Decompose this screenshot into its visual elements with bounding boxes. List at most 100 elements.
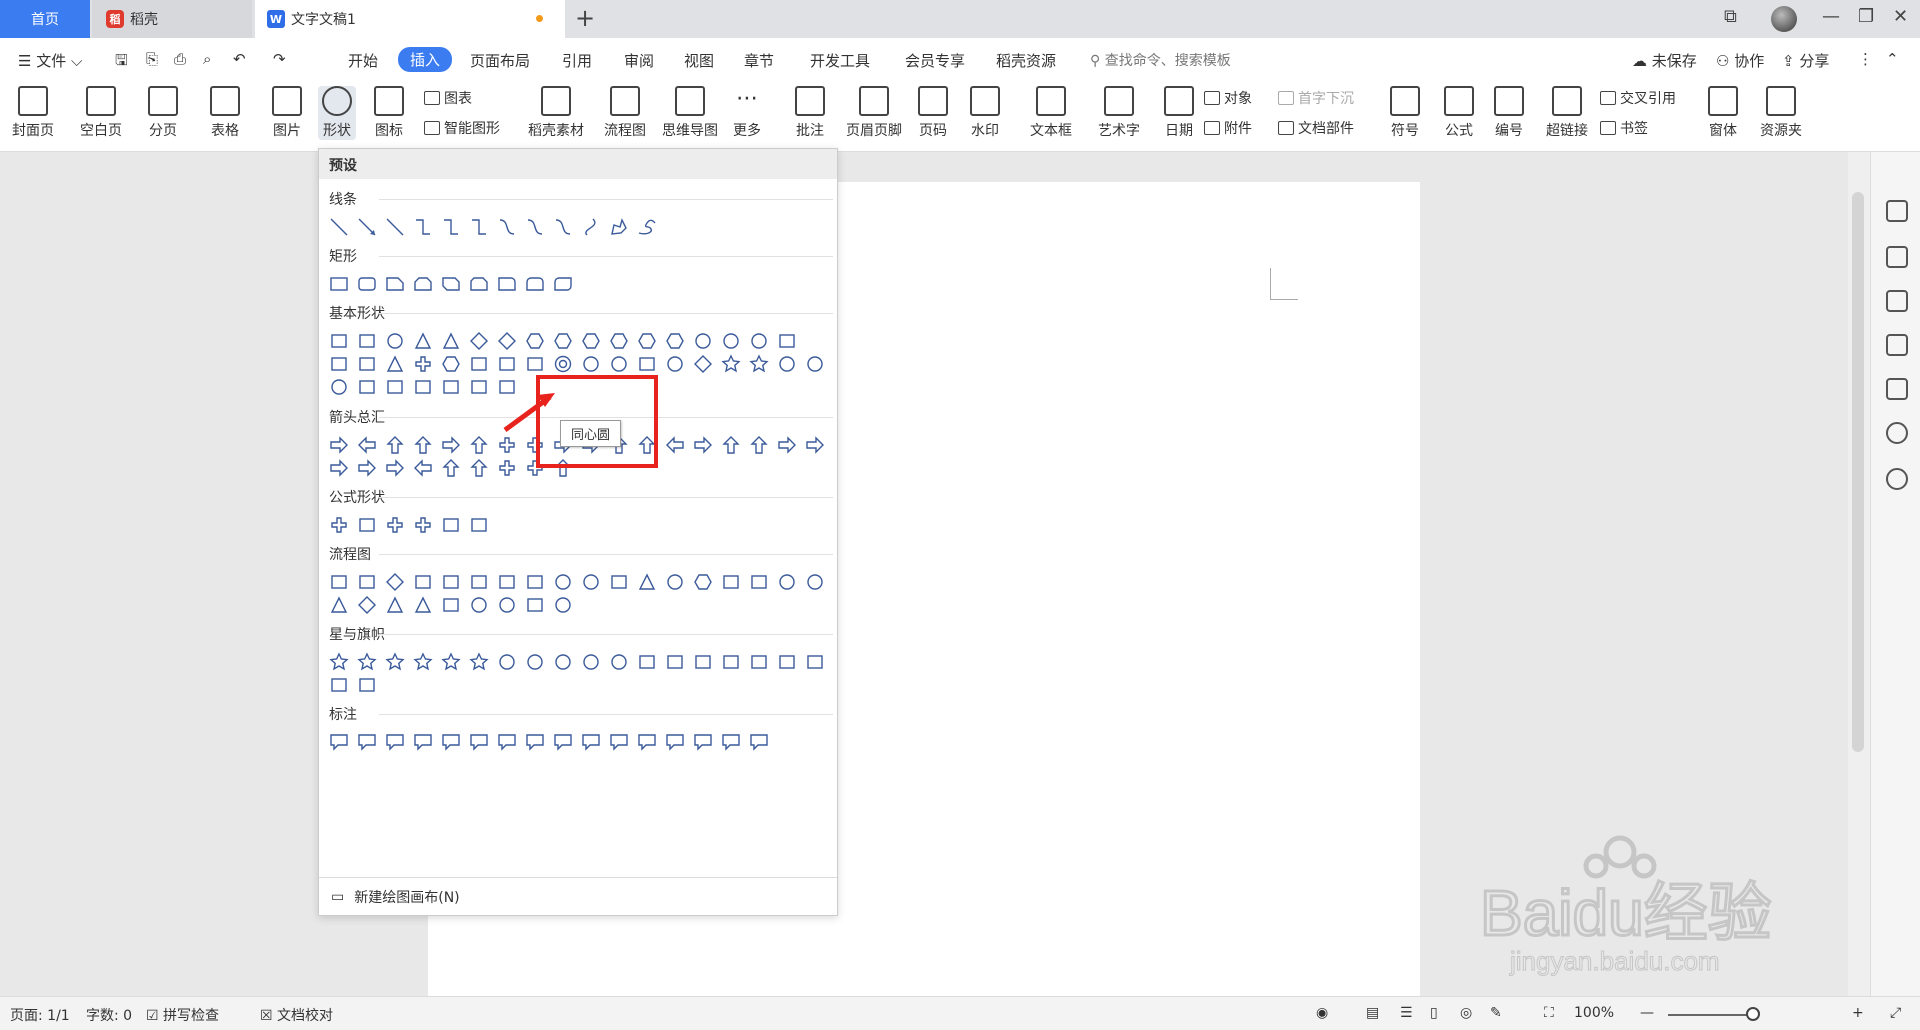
round-diagonal-rectangle-shape[interactable] <box>553 274 573 294</box>
doc-proof-button[interactable]: ☒ 文档校对 <box>260 1005 333 1025</box>
equation-plus-shape[interactable] <box>329 515 349 535</box>
star-circle-shape[interactable] <box>553 652 573 672</box>
basic-diamond-shape[interactable] <box>693 354 713 374</box>
callout-callout-shape[interactable] <box>637 732 657 752</box>
flowchart-circle-shape[interactable] <box>469 595 489 615</box>
basic-rect-shape[interactable] <box>357 354 377 374</box>
picture-button[interactable]: 图片 <box>272 86 302 140</box>
basic-hex-shape[interactable] <box>553 331 573 351</box>
arrow-arrowR-shape[interactable] <box>329 435 349 455</box>
mindmap-button[interactable]: 思维导图 <box>662 86 718 140</box>
spell-check-button[interactable]: ☑ 拼写检查 <box>146 1005 219 1025</box>
callout-callout-shape[interactable] <box>413 732 433 752</box>
snip-round-rectangle-shape[interactable] <box>469 274 489 294</box>
date-button[interactable]: 日期 <box>1164 86 1194 140</box>
redo-icon[interactable]: ↷ <box>273 50 286 68</box>
elbow-double-arrow-shape[interactable] <box>469 217 489 237</box>
callout-callout-shape[interactable] <box>749 732 769 752</box>
more-button[interactable]: ⋯ 更多 <box>732 86 762 140</box>
word-count[interactable]: 字数: 0 <box>86 1005 132 1025</box>
flowchart-circle-shape[interactable] <box>553 572 573 592</box>
print-icon[interactable]: ⎙ <box>174 50 186 68</box>
callout-callout-shape[interactable] <box>441 732 461 752</box>
arrow-plus-shape[interactable] <box>497 458 517 478</box>
chart-button[interactable]: 图表 <box>424 88 472 108</box>
zoom-slider[interactable] <box>1668 1014 1758 1016</box>
basic-rect-shape[interactable] <box>469 354 489 374</box>
eye-protection-icon[interactable]: ◉ <box>1316 1005 1328 1021</box>
callout-callout-shape[interactable] <box>329 732 349 752</box>
menu-start[interactable]: 开始 <box>348 50 378 71</box>
window-button[interactable]: 窗体 <box>1708 86 1738 140</box>
bookmark-button[interactable]: 书签 <box>1600 118 1648 138</box>
page-view-icon[interactable]: ▤ <box>1366 1005 1379 1021</box>
flowchart-tri-shape[interactable] <box>329 595 349 615</box>
basic-diamond-shape[interactable] <box>497 331 517 351</box>
callout-callout-shape[interactable] <box>469 732 489 752</box>
star-rect-shape[interactable] <box>693 652 713 672</box>
arrow-arrowR-shape[interactable] <box>441 435 461 455</box>
flowchart-circle-shape[interactable] <box>581 572 601 592</box>
banner-rect-shape[interactable] <box>329 675 349 695</box>
callout-callout-shape[interactable] <box>497 732 517 752</box>
basic-circle-shape[interactable] <box>385 331 405 351</box>
tab-daoke[interactable]: 稻稻壳 <box>92 0 252 38</box>
arrow-arrowL-shape[interactable] <box>357 435 377 455</box>
reading-view-icon[interactable]: ▯ <box>1430 1005 1438 1021</box>
bracket-circle-shape[interactable] <box>329 377 349 397</box>
image-edit-icon[interactable] <box>1886 378 1908 400</box>
collab-button[interactable]: ⚇ 协作 <box>1716 50 1764 71</box>
zoom-level[interactable]: 100% <box>1574 1005 1614 1021</box>
more-menu-icon[interactable]: ⋮ <box>1858 50 1873 68</box>
star-rect-shape[interactable] <box>721 652 741 672</box>
page-break-button[interactable]: 分页 <box>148 86 178 140</box>
bracket-rect-shape[interactable] <box>385 377 405 397</box>
double-arrow-line-shape[interactable] <box>385 217 405 237</box>
equation-rect-shape[interactable] <box>357 515 377 535</box>
banner-rect-shape[interactable] <box>357 675 377 695</box>
dropcap-button[interactable]: 首字下沉 <box>1278 88 1354 108</box>
arrow-arrowU-shape[interactable] <box>469 458 489 478</box>
object-button[interactable]: 对象 <box>1204 88 1252 108</box>
bracket-rect-shape[interactable] <box>441 377 461 397</box>
docpart-button[interactable]: 文档部件 <box>1278 118 1354 138</box>
icon-button[interactable]: 图标 <box>374 86 404 140</box>
symbol-button[interactable]: 符号 <box>1390 86 1420 140</box>
basic-tri-shape[interactable] <box>441 331 461 351</box>
arrow-arrowU-shape[interactable] <box>413 435 433 455</box>
flowchart-diamond-shape[interactable] <box>357 595 377 615</box>
basic-tri-shape[interactable] <box>385 354 405 374</box>
star-rect-shape[interactable] <box>777 652 797 672</box>
flowchart-rect-shape[interactable] <box>441 572 461 592</box>
star-star-shape[interactable] <box>329 652 349 672</box>
hyperlink-button[interactable]: 超链接 <box>1546 86 1588 140</box>
bracket-rect-shape[interactable] <box>357 377 377 397</box>
basic-circle-shape[interactable] <box>609 354 629 374</box>
bracket-rect-shape[interactable] <box>469 377 489 397</box>
new-canvas-button[interactable]: ▭ 新建绘图画布(N) <box>319 877 837 915</box>
settings-slider-icon[interactable] <box>1886 334 1908 356</box>
undo-icon[interactable]: ↶ <box>233 50 246 68</box>
freeform-shape[interactable] <box>609 217 629 237</box>
watermark-button[interactable]: 水印 <box>970 86 1000 140</box>
arrow-arrowR-shape[interactable] <box>777 435 797 455</box>
crossref-button[interactable]: 交叉引用 <box>1600 88 1676 108</box>
minimize-button[interactable]: — <box>1822 6 1840 27</box>
basic-circle-shape[interactable] <box>721 331 741 351</box>
star-circle-shape[interactable] <box>581 652 601 672</box>
menu-insert[interactable]: 插入 <box>398 47 453 72</box>
callout-callout-shape[interactable] <box>721 732 741 752</box>
menu-developer[interactable]: 开发工具 <box>810 50 870 71</box>
arrow-arrowR-shape[interactable] <box>805 435 825 455</box>
callout-callout-shape[interactable] <box>385 732 405 752</box>
callout-callout-shape[interactable] <box>609 732 629 752</box>
basic-hex-shape[interactable] <box>581 331 601 351</box>
header-footer-button[interactable]: 页眉页脚 <box>846 86 902 140</box>
arrow-arrowR-shape[interactable] <box>385 458 405 478</box>
command-search[interactable]: ⚲ 查找命令、搜索模板 <box>1090 50 1231 70</box>
callout-callout-shape[interactable] <box>693 732 713 752</box>
shape-button[interactable]: 形状 <box>318 86 356 140</box>
line-shape[interactable] <box>329 217 349 237</box>
equation-plus-shape[interactable] <box>385 515 405 535</box>
flowchart-circle-shape[interactable] <box>553 595 573 615</box>
